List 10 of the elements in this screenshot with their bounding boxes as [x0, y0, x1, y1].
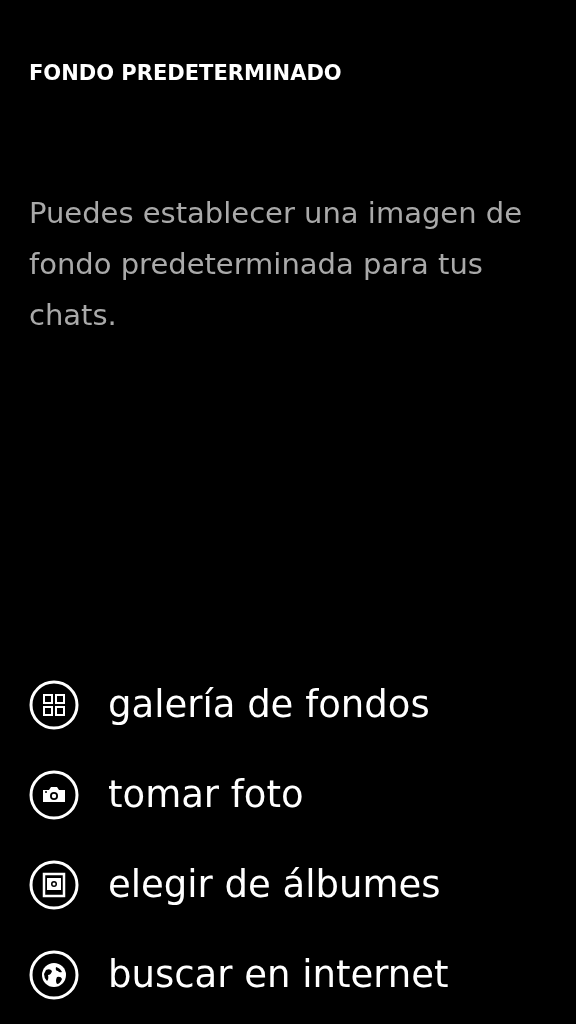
photo-frame-icon	[29, 860, 79, 910]
grid-icon	[29, 680, 79, 730]
camera-icon	[29, 770, 79, 820]
description: Puedes establecer una imagen de fondo predeterminada para tus chats.	[29, 195, 524, 334]
option-link[interactable]: elegir de álbumes	[108, 858, 441, 912]
globe-icon	[29, 950, 79, 1000]
option-link[interactable]: tomar foto	[108, 768, 304, 822]
option-link[interactable]: buscar en internet	[108, 948, 449, 1002]
option-link[interactable]: galería de fondos	[108, 678, 430, 732]
page-title: FONDO PREDETERMINADO	[29, 60, 343, 87]
